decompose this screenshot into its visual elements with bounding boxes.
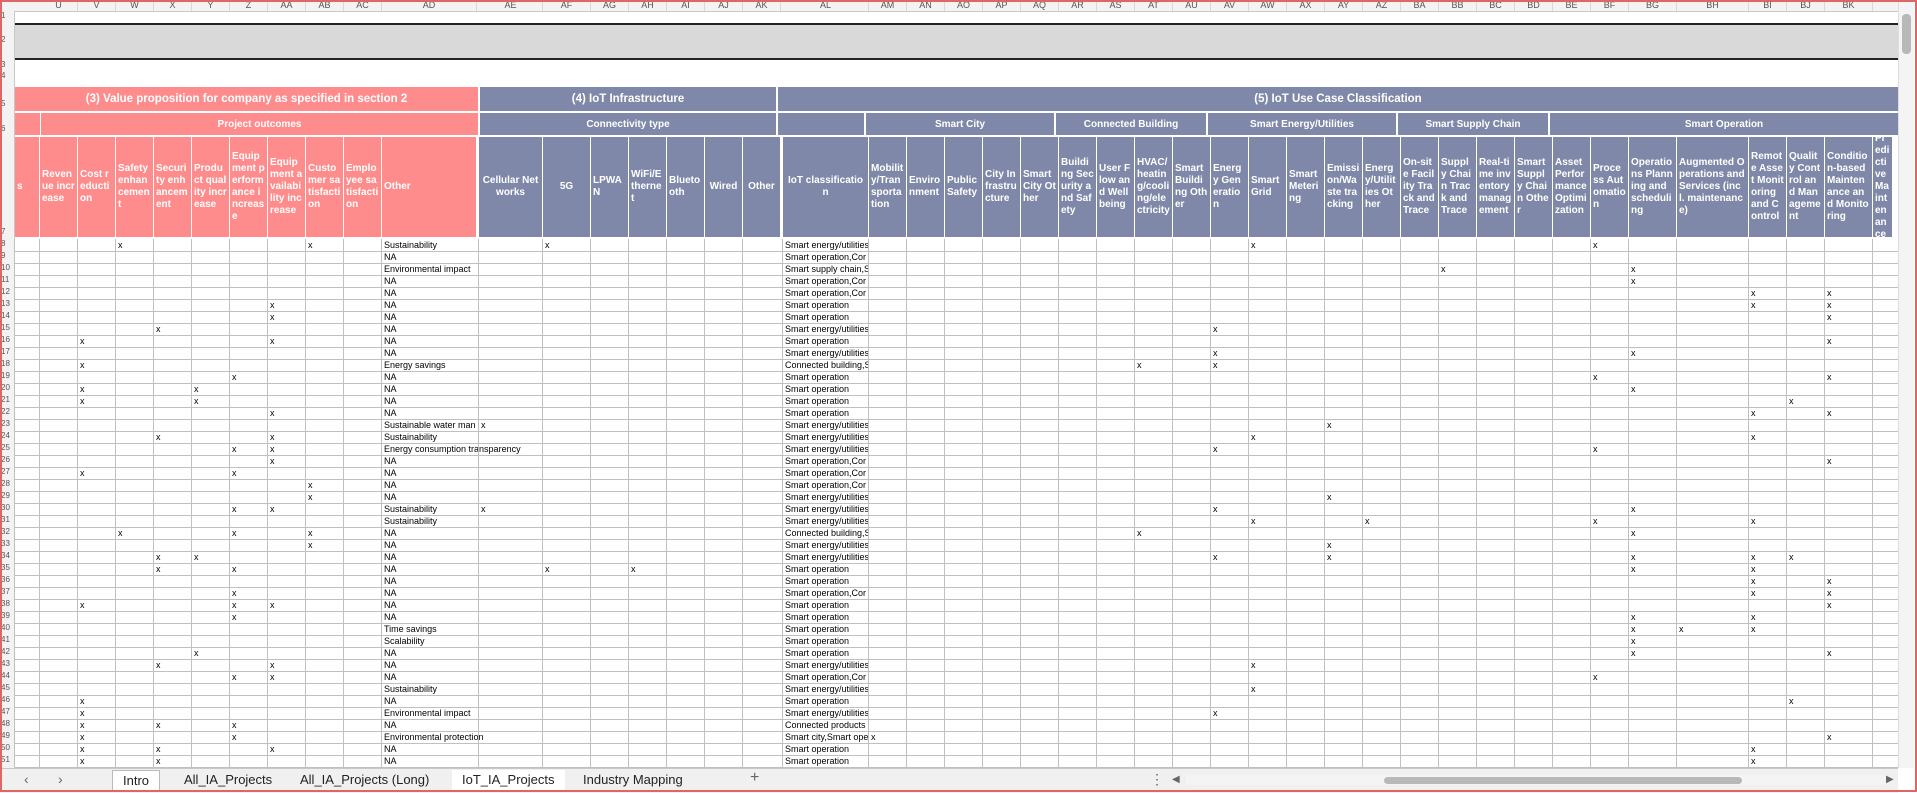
window-frame	[0, 0, 1917, 792]
